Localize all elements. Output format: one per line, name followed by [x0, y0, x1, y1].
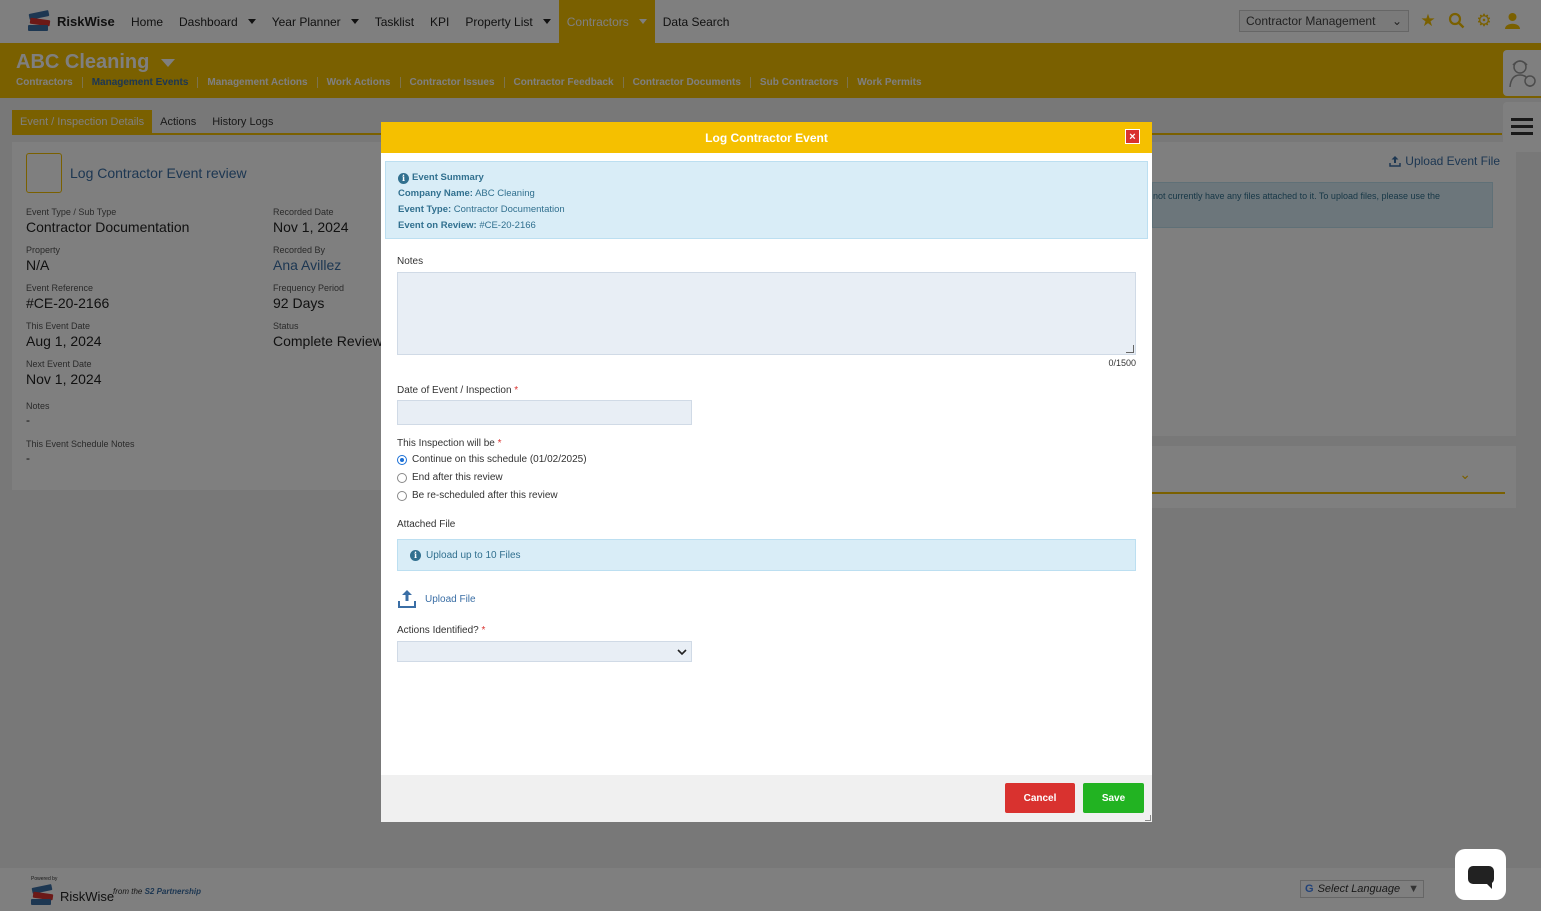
notes-label: Notes	[397, 256, 424, 267]
date-label: Date of Event / Inspection *	[397, 385, 519, 396]
modal-resize-handle-icon[interactable]	[1145, 815, 1151, 821]
inspection-option[interactable]: Continue on this schedule (01/02/2025)	[397, 454, 587, 465]
upload-icon	[398, 590, 416, 608]
attached-file-label: Attached File	[397, 519, 456, 530]
upload-file-button[interactable]: Upload File	[397, 589, 476, 609]
chevron-down-icon	[677, 648, 687, 655]
info-icon: i	[410, 549, 421, 561]
save-button[interactable]: Save	[1083, 783, 1144, 813]
actions-identified-select[interactable]	[397, 641, 692, 662]
modal-title: Log Contractor Event	[705, 130, 828, 145]
inspection-option[interactable]: Be re-scheduled after this review	[397, 490, 558, 501]
date-of-event-input[interactable]	[397, 400, 692, 425]
info-icon: i	[398, 173, 409, 184]
inspection-label: This Inspection will be *	[397, 438, 502, 449]
log-event-modal: Log Contractor Event × i Event Summary Co…	[381, 122, 1152, 822]
cancel-button[interactable]: Cancel	[1005, 783, 1075, 813]
actions-label: Actions Identified? *	[397, 625, 486, 636]
upload-limit-alert: i Upload up to 10 Files	[397, 539, 1136, 571]
inspection-option[interactable]: End after this review	[397, 472, 503, 483]
event-summary: i Event Summary Company Name: ABC Cleanin…	[385, 161, 1148, 239]
radio-button[interactable]	[397, 472, 407, 483]
radio-button[interactable]	[397, 454, 407, 465]
close-button[interactable]: ×	[1125, 129, 1140, 144]
chat-widget-button[interactable]	[1455, 849, 1506, 900]
modal-footer: Cancel Save	[381, 775, 1152, 822]
notes-char-counter: 0/1500	[1108, 358, 1136, 368]
resize-handle-icon[interactable]	[1126, 345, 1134, 353]
radio-button[interactable]	[397, 490, 407, 501]
modal-header: Log Contractor Event ×	[381, 122, 1152, 153]
notes-textarea[interactable]	[397, 272, 1136, 355]
chat-icon	[1467, 865, 1494, 889]
